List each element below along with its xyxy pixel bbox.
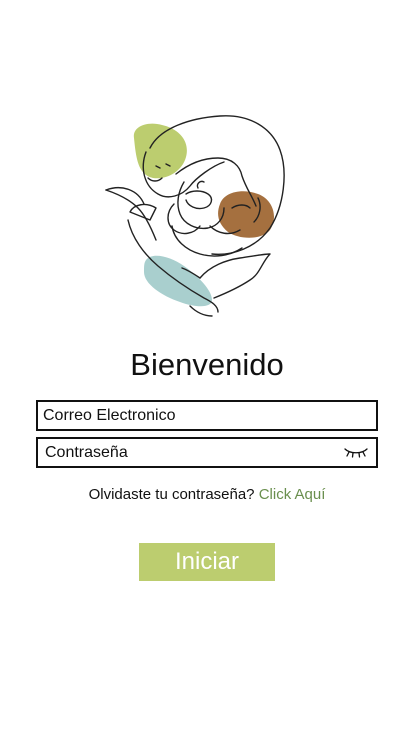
email-field-box[interactable] xyxy=(36,400,378,431)
forgot-password-row: Olvidaste tu contraseña? Click Aquí xyxy=(0,485,414,505)
password-field-box[interactable] xyxy=(36,437,378,468)
green-blob xyxy=(133,123,187,179)
logo-illustration-icon xyxy=(105,115,285,317)
email-field[interactable] xyxy=(38,402,376,429)
login-button[interactable]: Iniciar xyxy=(139,543,275,581)
forgot-password-text: Olvidaste tu contraseña? xyxy=(88,486,259,503)
page-title: Bienvenido xyxy=(130,347,284,382)
brown-blob xyxy=(218,191,274,238)
password-field[interactable] xyxy=(38,439,335,466)
closed-eye-icon[interactable] xyxy=(344,445,368,459)
forgot-password-link[interactable]: Click Aquí xyxy=(259,486,326,503)
